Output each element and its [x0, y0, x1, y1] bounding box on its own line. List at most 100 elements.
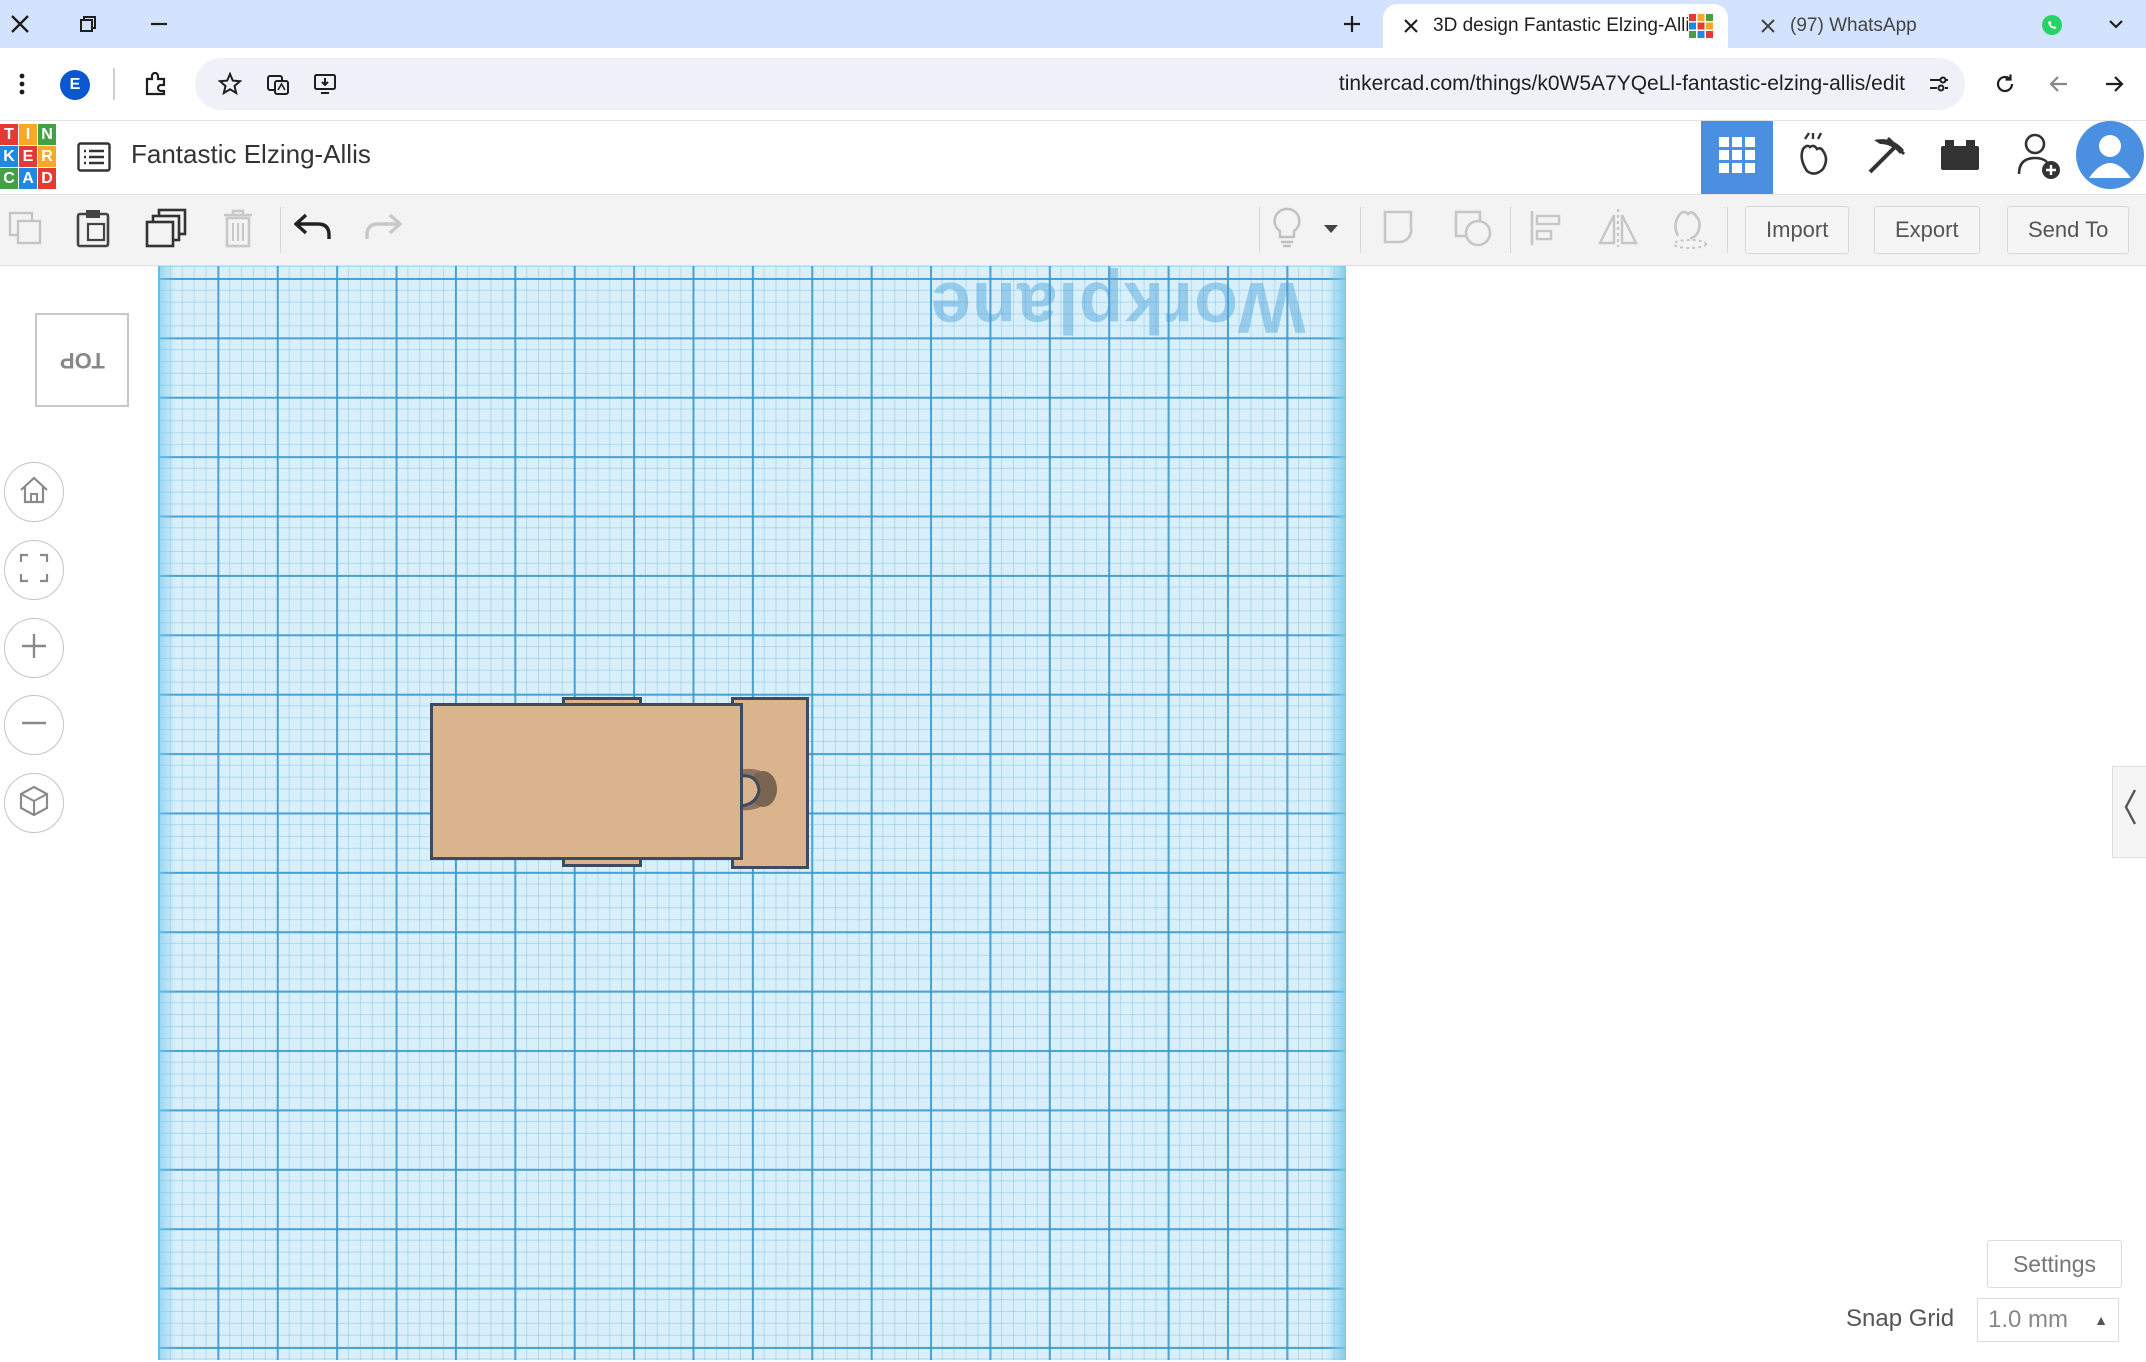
logo-letter: E — [19, 146, 37, 167]
whatsapp-favicon-icon — [2040, 13, 2066, 39]
cube-icon — [19, 785, 49, 822]
logo-letter: K — [0, 146, 18, 167]
align-button[interactable] — [1522, 205, 1572, 255]
tinkercad-favicon-icon — [1688, 13, 1714, 39]
snap-grid-value: 1.0 mm — [1988, 1306, 2069, 1333]
3d-design-view-button[interactable] — [1701, 121, 1773, 194]
tab-tinkercad[interactable]: 3D design Fantastic Elzing-Allis — [1383, 4, 1728, 48]
back-arrow-icon[interactable] — [2037, 62, 2081, 106]
duplicate-button[interactable] — [141, 205, 191, 255]
toolbar-divider — [1510, 207, 1511, 253]
box-shape-main[interactable] — [430, 703, 743, 860]
bricks-view-button[interactable] — [1851, 121, 1923, 194]
window-restore-icon[interactable] — [68, 4, 108, 44]
window-close-icon[interactable] — [0, 4, 40, 44]
home-view-button[interactable] — [4, 462, 64, 522]
logo-letter: T — [0, 124, 18, 145]
chevron-left-icon — [2122, 787, 2138, 837]
notes-button[interactable] — [1262, 205, 1312, 255]
logo-letter: C — [0, 168, 18, 189]
duplicate-icon — [145, 208, 187, 253]
logo-letter: I — [19, 124, 37, 145]
tab-title: (97) WhatsApp — [1790, 15, 1917, 36]
forward-arrow-icon[interactable] — [2092, 62, 2136, 106]
lightbulb-icon — [1272, 207, 1302, 254]
toolbar-divider — [1259, 207, 1260, 253]
tab-close-icon[interactable] — [1754, 12, 1782, 40]
cruise-button[interactable] — [1662, 205, 1712, 255]
group-button[interactable] — [1376, 205, 1426, 255]
undo-arrow-icon — [293, 213, 332, 248]
blocks-view-button[interactable] — [1777, 121, 1849, 194]
window-minimize-icon[interactable] — [139, 4, 179, 44]
align-icon — [1529, 209, 1565, 252]
invite-user-button[interactable] — [2003, 121, 2075, 194]
snap-grid-label: Snap Grid — [1846, 1305, 1955, 1332]
user-avatar[interactable] — [2074, 121, 2146, 194]
pickaxe-icon — [1864, 132, 1910, 183]
edit-toolbar: Import Export Send To — [0, 195, 2146, 266]
tinkercad-logo[interactable]: T I N K E R C A D — [0, 124, 56, 190]
workplane-edge — [158, 266, 176, 1360]
toolbar-divider — [1727, 207, 1728, 253]
bookmark-star-icon[interactable] — [208, 62, 252, 106]
app-header: T I N K E R C A D Fantastic Elzing-Allis — [0, 121, 2146, 195]
notes-dropdown[interactable] — [1316, 205, 1346, 255]
import-button[interactable]: Import — [1745, 206, 1850, 254]
clipboard-icon — [75, 208, 111, 253]
paste-button[interactable] — [68, 205, 118, 255]
browser-titlebar: 3D design Fantastic Elzing-Allis (97) Wh… — [0, 0, 2146, 48]
workspace: Workplane TOP Settings Snap Grid 1.0 mm … — [0, 266, 2146, 1360]
ungroup-button[interactable] — [1448, 205, 1498, 255]
url-text[interactable]: tinkercad.com/things/k0W5A7YQeLl-fantast… — [1339, 58, 1905, 110]
send-to-button[interactable]: Send To — [2007, 206, 2130, 254]
snap-grid-select[interactable]: 1.0 mm ▲ — [1977, 1298, 2119, 1342]
export-button[interactable]: Export — [1874, 206, 1980, 254]
caret-down-icon — [1323, 221, 1339, 239]
more-menu-icon[interactable] — [0, 62, 44, 106]
group-shapes-icon — [1381, 208, 1421, 253]
workplane-label: Workplane — [930, 267, 1306, 347]
fit-to-view-icon — [19, 553, 49, 588]
browser-profile-avatar[interactable]: E — [60, 70, 90, 100]
extensions-icon[interactable] — [134, 62, 178, 106]
mirror-button[interactable] — [1593, 205, 1643, 255]
lego-view-button[interactable] — [1924, 121, 1996, 194]
hand-gesture-icon — [1791, 131, 1835, 184]
expand-panel-button[interactable] — [2112, 766, 2146, 858]
settings-button[interactable]: Settings — [1987, 1240, 2122, 1288]
site-settings-icon[interactable] — [1917, 62, 1961, 106]
workplane-edge — [1326, 266, 1346, 1360]
logo-letter: N — [38, 124, 56, 145]
caret-up-icon: ▲ — [2094, 1312, 2108, 1328]
translate-icon[interactable] — [256, 62, 300, 106]
logo-letter: D — [38, 168, 56, 189]
home-icon — [18, 475, 50, 510]
fit-view-button[interactable] — [4, 540, 64, 600]
view-cube[interactable]: TOP — [35, 313, 129, 407]
design-title[interactable]: Fantastic Elzing-Allis — [131, 139, 371, 170]
address-bar[interactable]: tinkercad.com/things/k0W5A7YQeLl-fantast… — [195, 58, 1965, 110]
divider — [113, 68, 115, 100]
zoom-out-button[interactable] — [4, 695, 64, 755]
brick-icon — [1939, 138, 1981, 177]
zoom-in-button[interactable] — [4, 618, 64, 678]
reload-icon[interactable] — [1983, 62, 2027, 106]
account-icon — [2075, 120, 2145, 195]
minus-icon — [19, 708, 49, 743]
copy-button[interactable] — [0, 205, 50, 255]
cylinder-shape[interactable] — [739, 764, 785, 818]
delete-button[interactable] — [213, 205, 263, 255]
new-tab-icon[interactable] — [1332, 4, 1372, 44]
design-list-icon[interactable] — [72, 135, 116, 179]
copy-icon — [6, 209, 44, 252]
browser-toolbar: E tinkercad.com/things/k0W5A7YQeLl-fanta… — [0, 48, 2146, 121]
tab-close-icon[interactable] — [1397, 12, 1425, 40]
redo-button[interactable] — [358, 205, 408, 255]
tab-whatsapp[interactable]: (97) WhatsApp — [1740, 4, 2080, 48]
grid-icon — [1717, 135, 1757, 180]
undo-button[interactable] — [288, 205, 338, 255]
install-app-icon[interactable] — [303, 62, 347, 106]
orthographic-view-button[interactable] — [4, 773, 64, 833]
tab-search-icon[interactable] — [2096, 4, 2136, 44]
